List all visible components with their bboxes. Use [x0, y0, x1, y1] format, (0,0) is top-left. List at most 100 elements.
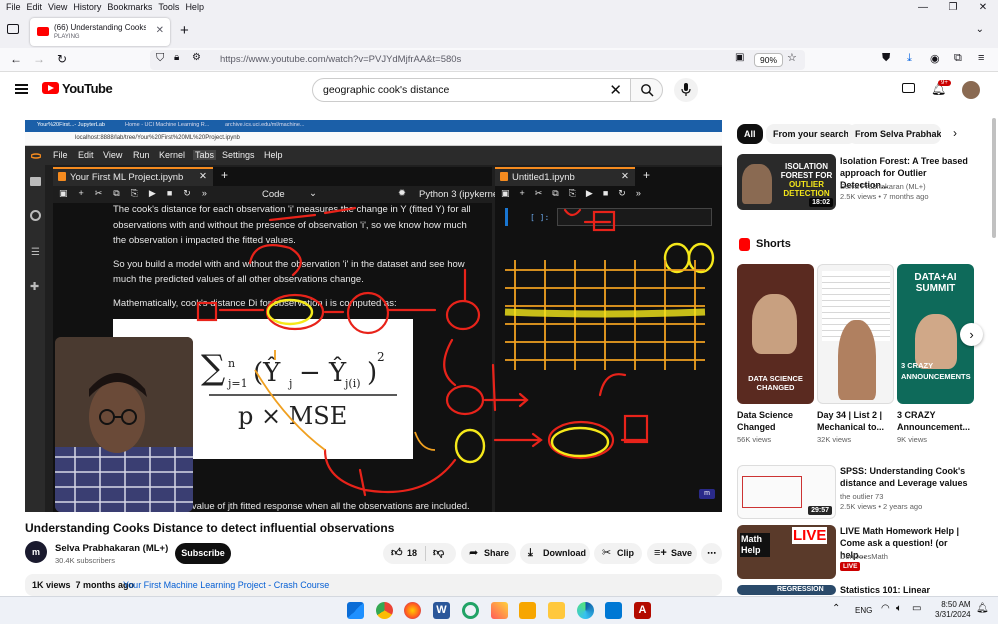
- channel-watermark[interactable]: m: [699, 489, 715, 499]
- url-text[interactable]: https://www.youtube.com/watch?v=PVJYdMjf…: [220, 54, 461, 65]
- forward-icon[interactable]: →: [33, 52, 45, 66]
- bookmark-star-icon[interactable]: ☆: [787, 51, 797, 64]
- url-bar[interactable]: ⛉ 🔒︎ ⚙ https://www.youtube.com/watch?v=P…: [150, 50, 805, 70]
- video-channel-spss[interactable]: the outlier 73: [840, 492, 883, 501]
- chip-from-search[interactable]: From your search: [766, 124, 857, 144]
- video-player[interactable]: Your%20First...- JupyterLab Home - UCI M…: [25, 120, 722, 512]
- create-video-icon[interactable]: [902, 83, 915, 93]
- menu-help[interactable]: Help: [185, 2, 204, 12]
- save-button[interactable]: ≡+ Save: [647, 543, 697, 564]
- voice-search-button[interactable]: [674, 78, 698, 102]
- menu-bookmarks[interactable]: Bookmarks: [107, 2, 152, 12]
- chevron-up-icon[interactable]: ⌃: [832, 603, 840, 614]
- video-thumbnail-stats[interactable]: REGRESSION: [737, 585, 836, 595]
- more-actions-icon[interactable]: ⋯: [701, 543, 722, 564]
- subscribe-button[interactable]: Subscribe: [175, 543, 231, 564]
- short-title-1[interactable]: Data Science Changed: [737, 409, 814, 433]
- download-button[interactable]: ⤓ Download: [520, 543, 590, 564]
- account-icon[interactable]: ◉: [930, 52, 940, 65]
- start-icon[interactable]: [347, 602, 364, 619]
- search-icon: [641, 84, 654, 97]
- paint-icon[interactable]: [491, 602, 508, 619]
- back-icon[interactable]: ←: [10, 52, 22, 66]
- thumbs-up-icon[interactable]: 👍︎: [391, 543, 403, 564]
- plot-graphic: [742, 476, 802, 508]
- firefox-icon[interactable]: [404, 602, 421, 619]
- video-channel-math[interactable]: DonDoesMath: [840, 552, 888, 561]
- video-title-stats[interactable]: Statistics 101: Linear: [840, 584, 975, 595]
- pocket-icon[interactable]: ⛊: [882, 52, 890, 65]
- short-title-2[interactable]: Day 34 | List 2 | Mechanical to...: [817, 409, 894, 433]
- browser-tab-youtube[interactable]: (66) Understanding Cooks Dista PLAYING ✕: [30, 18, 170, 46]
- youtube-wordmark[interactable]: YouTube: [62, 81, 113, 96]
- channel-avatar[interactable]: m: [25, 541, 47, 563]
- downloads-icon[interactable]: ⤓: [907, 52, 912, 65]
- clip-button[interactable]: ✂ Clip: [594, 543, 642, 564]
- photos-icon[interactable]: [519, 602, 536, 619]
- youtube-logo-icon[interactable]: [42, 82, 59, 94]
- word-icon[interactable]: W: [433, 602, 450, 619]
- wifi-icon[interactable]: ◠: [881, 603, 890, 614]
- thumbs-down-icon[interactable]: 👎︎: [433, 543, 444, 564]
- guide-menu-icon[interactable]: [15, 84, 28, 94]
- thumb-caption: ISOLATION FOREST FOR OUTLIER DETECTION: [780, 162, 833, 198]
- search-button[interactable]: [630, 78, 663, 102]
- chevron-right-icon[interactable]: ›: [953, 126, 957, 140]
- edge-icon[interactable]: [577, 602, 594, 619]
- chip-from-channel[interactable]: From Selva Prabhakaran: [848, 124, 941, 144]
- video-thumbnail-spss[interactable]: 29:57: [737, 465, 836, 519]
- youtube-favicon-icon: [37, 27, 49, 36]
- new-tab-icon[interactable]: +: [180, 22, 189, 39]
- video-thumbnail-math[interactable]: Math Help LIVE: [737, 525, 836, 579]
- firefox-menubar: File Edit View History Bookmarks Tools H…: [0, 0, 998, 14]
- chevron-down-icon[interactable]: ⌄: [976, 24, 984, 35]
- permissions-icon[interactable]: ⚙: [192, 52, 201, 63]
- page-scrollbar[interactable]: [992, 118, 996, 238]
- language-indicator[interactable]: ENG: [855, 606, 872, 615]
- file-explorer-icon[interactable]: [548, 602, 565, 619]
- chrome-icon[interactable]: [376, 602, 393, 619]
- notifications-icon[interactable]: 🔔︎: [976, 603, 989, 614]
- like-count[interactable]: 18: [407, 543, 417, 564]
- extensions-icon[interactable]: ⧉: [954, 52, 962, 65]
- clip-label: Clip: [617, 548, 634, 558]
- shorts-next-icon[interactable]: ›: [960, 323, 983, 346]
- search-input[interactable]: geographic cook's distance ✕: [312, 78, 631, 102]
- menu-edit[interactable]: Edit: [27, 2, 43, 12]
- shield-icon[interactable]: ⛉: [156, 52, 164, 65]
- tab-list-icon[interactable]: [7, 24, 19, 34]
- share-button[interactable]: ➦ Share: [461, 543, 516, 564]
- short-thumbnail-2[interactable]: [817, 264, 894, 404]
- hamburger-menu-icon[interactable]: ≡: [978, 52, 984, 64]
- clock[interactable]: 8:50 AM 3/31/2024: [935, 600, 971, 620]
- user-avatar[interactable]: [962, 81, 980, 99]
- volume-icon[interactable]: 🔈︎: [896, 603, 902, 614]
- windows-taskbar: W A ⌃ ENG ◠ 🔈︎ ▭ 8:50 AM 3/31/2024 🔔︎: [0, 596, 998, 624]
- short-title-3[interactable]: 3 CRAZY Announcement...: [897, 409, 974, 433]
- description-box[interactable]: 1K views 7 months ago Your First Machine…: [25, 574, 722, 596]
- channel-name[interactable]: Selva Prabhakaran (ML+): [55, 543, 168, 554]
- app-icon[interactable]: [462, 602, 479, 619]
- menu-file[interactable]: File: [6, 2, 21, 12]
- battery-icon[interactable]: ▭: [912, 603, 921, 614]
- menu-tools[interactable]: Tools: [158, 2, 179, 12]
- search-value[interactable]: geographic cook's distance: [323, 84, 449, 96]
- lock-icon[interactable]: 🔒︎: [174, 52, 179, 63]
- tab-close-icon[interactable]: ✕: [156, 25, 164, 36]
- reload-icon[interactable]: ↻: [57, 52, 67, 66]
- menu-history[interactable]: History: [73, 2, 101, 12]
- reader-view-icon[interactable]: ▣: [735, 52, 744, 63]
- video-title-spss[interactable]: SPSS: Understanding Cook's distance and …: [840, 465, 975, 489]
- playlist-link[interactable]: Your First Machine Learning Project - Cr…: [123, 580, 329, 590]
- zoom-level[interactable]: 90%: [754, 53, 784, 67]
- clear-search-icon[interactable]: ✕: [609, 81, 622, 99]
- menu-view[interactable]: View: [48, 2, 67, 12]
- acrobat-icon[interactable]: A: [634, 602, 651, 619]
- presenter-figure: [752, 294, 797, 354]
- notepad-icon[interactable]: [605, 602, 622, 619]
- top-video-thumbnail[interactable]: ISOLATION FOREST FOR OUTLIER DETECTION 1…: [737, 154, 836, 210]
- top-video-channel[interactable]: Selva Prabhakaran (ML+): [840, 182, 926, 191]
- chip-all[interactable]: All: [737, 124, 763, 144]
- view-count: 1K views 7 months ago: [32, 580, 135, 590]
- short-thumbnail-1[interactable]: DATA SCIENCE CHANGED: [737, 264, 814, 404]
